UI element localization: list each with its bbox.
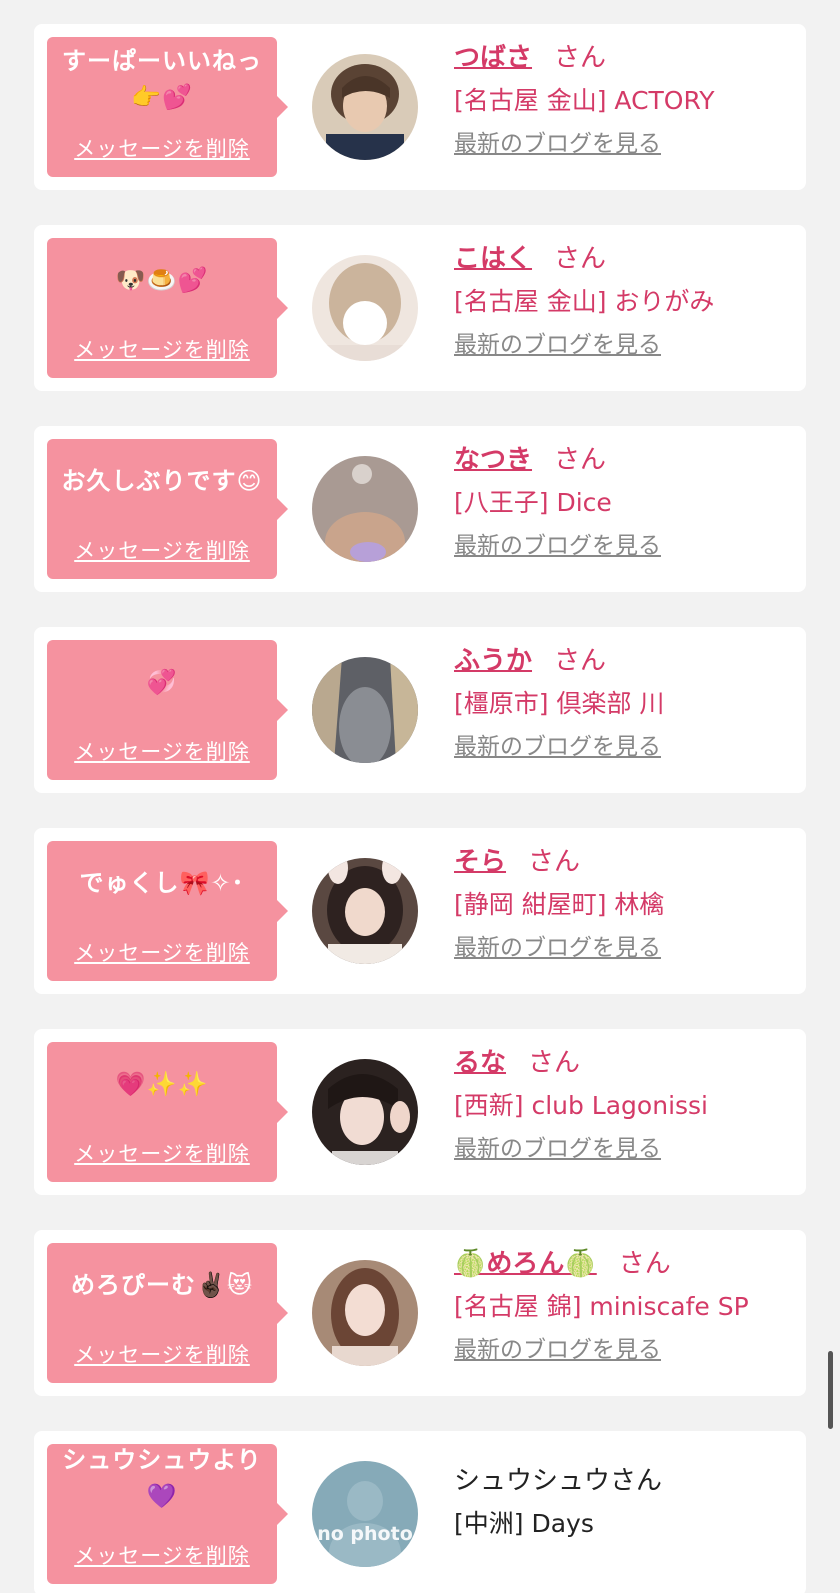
- shop-name: [中洲] Days: [454, 1509, 594, 1538]
- cast-name-link[interactable]: なつき: [454, 445, 532, 475]
- honorific: さん: [554, 445, 607, 475]
- shop-name: [静岡 紺屋町] 林檎: [454, 890, 665, 919]
- avatar[interactable]: [312, 456, 418, 562]
- message-bubble: 💞 メッセージを削除: [47, 640, 288, 780]
- delete-message-link[interactable]: メッセージを削除: [47, 1138, 277, 1168]
- profile-info: こはく さん [名古屋 金山] おりがみ 最新のブログを見る: [454, 239, 796, 365]
- message-text: すーぱーいいねっ 👉💕: [62, 47, 262, 111]
- delete-message-link[interactable]: メッセージを削除: [47, 1339, 277, 1369]
- cast-name-link[interactable]: 🍈めろん🍈: [454, 1249, 597, 1279]
- list-item: 💗✨✨ メッセージを削除 るな さん [西新] club Lagonissi 最新…: [34, 1029, 806, 1195]
- scrollbar[interactable]: [828, 1351, 833, 1429]
- delete-message-link[interactable]: メッセージを削除: [47, 1540, 277, 1570]
- latest-blog-link[interactable]: 最新のブログを見る: [454, 727, 796, 767]
- shop-name: [名古屋 金山] ACTORY: [454, 86, 715, 115]
- latest-blog-link[interactable]: 最新のブログを見る: [454, 1330, 796, 1370]
- message-list: すーぱーいいねっ 👉💕 メッセージを削除 つばさ さん [名古屋 金山] ACTO…: [0, 0, 840, 1593]
- shop-name: [八王子] Dice: [454, 488, 612, 517]
- list-item: シュウシュウより 💜 メッセージを削除 no photo シュウシュウさん [中…: [34, 1431, 806, 1593]
- list-item: でゅくし🎀✧･ メッセージを削除 そら さん [静岡 紺屋町] 林檎 最新のブログ…: [34, 828, 806, 994]
- avatar[interactable]: [312, 1260, 418, 1366]
- profile-info: つばさ さん [名古屋 金山] ACTORY 最新のブログを見る: [454, 38, 796, 164]
- cast-name-link[interactable]: そら: [454, 847, 506, 877]
- profile-info: そら さん [静岡 紺屋町] 林檎 最新のブログを見る: [454, 842, 796, 968]
- honorific: さん: [554, 43, 607, 73]
- honorific: さん: [528, 1048, 581, 1078]
- list-item: すーぱーいいねっ 👉💕 メッセージを削除 つばさ さん [名古屋 金山] ACTO…: [34, 24, 806, 190]
- latest-blog-link[interactable]: 最新のブログを見る: [454, 124, 796, 164]
- profile-info: なつき さん [八王子] Dice 最新のブログを見る: [454, 440, 796, 566]
- delete-message-link[interactable]: メッセージを削除: [47, 736, 277, 766]
- shop-name: [名古屋 金山] おりがみ: [454, 287, 715, 316]
- latest-blog-link[interactable]: 最新のブログを見る: [454, 1129, 796, 1169]
- shop-name: [名古屋 錦] miniscafe SP: [454, 1292, 749, 1321]
- cast-name-link[interactable]: こはく: [454, 244, 532, 274]
- profile-info: るな さん [西新] club Lagonissi 最新のブログを見る: [454, 1043, 796, 1169]
- avatar: no photo: [312, 1461, 418, 1567]
- message-text: 💞: [146, 668, 178, 696]
- profile-info: ふうか さん [橿原市] 倶楽部 川 最新のブログを見る: [454, 641, 796, 767]
- message-text: 💗✨✨: [115, 1070, 209, 1098]
- message-text: お久しぶりです😊: [61, 467, 263, 495]
- honorific: さん: [528, 847, 581, 877]
- profile-info: 🍈めろん🍈 さん [名古屋 錦] miniscafe SP 最新のブログを見る: [454, 1244, 796, 1370]
- message-bubble: お久しぶりです😊 メッセージを削除: [47, 439, 288, 579]
- message-bubble: シュウシュウより 💜 メッセージを削除: [47, 1444, 288, 1584]
- honorific: さん: [554, 646, 607, 676]
- list-item: お久しぶりです😊 メッセージを削除 なつき さん [八王子] Dice 最新のブロ…: [34, 426, 806, 592]
- cast-name: シュウシュウさん: [454, 1466, 663, 1496]
- message-bubble: 🐶🍮💕 メッセージを削除: [47, 238, 288, 378]
- cast-name-link[interactable]: るな: [454, 1048, 506, 1078]
- message-bubble: でゅくし🎀✧･ メッセージを削除: [47, 841, 288, 981]
- honorific: さん: [554, 244, 607, 274]
- message-text: でゅくし🎀✧･: [79, 869, 245, 897]
- avatar[interactable]: [312, 858, 418, 964]
- message-text: めろぴーむ✌🏿😻: [71, 1271, 253, 1299]
- list-item: 🐶🍮💕 メッセージを削除 こはく さん [名古屋 金山] おりがみ 最新のブログを…: [34, 225, 806, 391]
- shop-name: [橿原市] 倶楽部 川: [454, 689, 665, 718]
- delete-message-link[interactable]: メッセージを削除: [47, 535, 277, 565]
- honorific: さん: [618, 1249, 671, 1279]
- shop-name: [西新] club Lagonissi: [454, 1091, 709, 1120]
- message-bubble: めろぴーむ✌🏿😻 メッセージを削除: [47, 1243, 288, 1383]
- latest-blog-link[interactable]: 最新のブログを見る: [454, 928, 796, 968]
- delete-message-link[interactable]: メッセージを削除: [47, 133, 277, 163]
- cast-name-link[interactable]: つばさ: [454, 43, 532, 73]
- no-photo-text: no photo: [317, 1523, 413, 1545]
- message-text: 🐶🍮💕: [115, 266, 209, 294]
- latest-blog-link[interactable]: 最新のブログを見る: [454, 325, 796, 365]
- message-bubble: 💗✨✨ メッセージを削除: [47, 1042, 288, 1182]
- latest-blog-link[interactable]: 最新のブログを見る: [454, 526, 796, 566]
- cast-name-link[interactable]: ふうか: [454, 646, 532, 676]
- delete-message-link[interactable]: メッセージを削除: [47, 334, 277, 364]
- profile-info: シュウシュウさん [中洲] Days: [454, 1461, 796, 1547]
- avatar[interactable]: [312, 1059, 418, 1165]
- avatar[interactable]: [312, 657, 418, 763]
- list-item: 💞 メッセージを削除 ふうか さん [橿原市] 倶楽部 川 最新のブログを見る: [34, 627, 806, 793]
- avatar[interactable]: [312, 54, 418, 160]
- message-bubble: すーぱーいいねっ 👉💕 メッセージを削除: [47, 37, 288, 177]
- delete-message-link[interactable]: メッセージを削除: [47, 937, 277, 967]
- list-item: めろぴーむ✌🏿😻 メッセージを削除 🍈めろん🍈 さん [名古屋 錦] minisc…: [34, 1230, 806, 1396]
- avatar[interactable]: [312, 255, 418, 361]
- message-text: シュウシュウより 💜: [62, 1446, 262, 1510]
